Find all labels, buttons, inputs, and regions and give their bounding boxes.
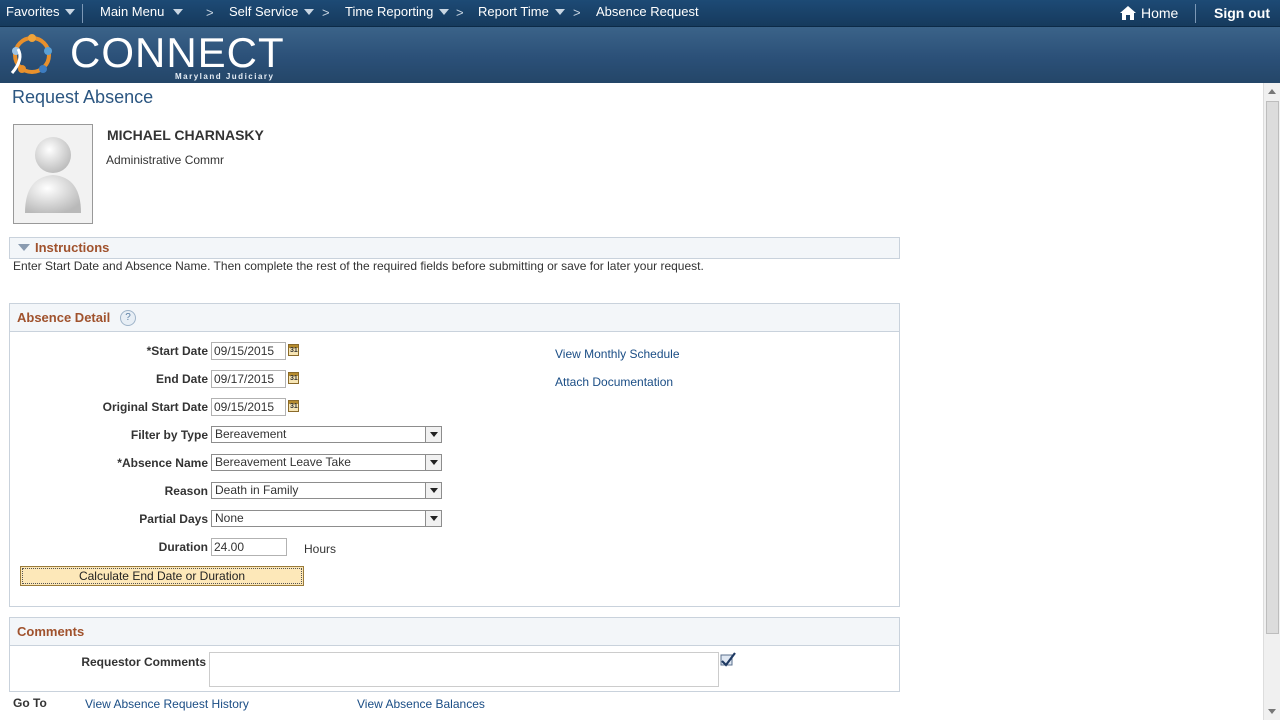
original-start-date-field[interactable] bbox=[211, 398, 286, 416]
absence-name-value: Bereavement Leave Take bbox=[215, 455, 351, 469]
absence-detail-header: Absence Detail ? bbox=[10, 304, 899, 332]
dropdown-arrow-icon[interactable] bbox=[425, 427, 441, 442]
favorites-label: Favorites bbox=[6, 4, 60, 19]
brand-subtitle: Maryland Judiciary bbox=[175, 72, 275, 81]
main-menu-label: Main Menu bbox=[100, 4, 165, 19]
chevron-down-icon bbox=[65, 8, 76, 15]
nav-divider bbox=[82, 4, 83, 23]
report-time-label: Report Time bbox=[478, 4, 549, 19]
filter-by-type-value: Bereavement bbox=[215, 427, 287, 441]
breadcrumb-report-time[interactable]: Report Time bbox=[478, 4, 565, 19]
employee-title: Administrative Commr bbox=[106, 153, 225, 167]
breadcrumb-self-service[interactable]: Self Service bbox=[229, 4, 315, 19]
filter-by-type-label: Filter by Type bbox=[130, 428, 208, 442]
breadcrumb-absence-request[interactable]: Absence Request bbox=[596, 4, 699, 19]
breadcrumb-separator: > bbox=[456, 5, 464, 20]
end-date-field[interactable] bbox=[211, 370, 286, 388]
absence-detail-title: Absence Detail bbox=[17, 310, 111, 325]
partial-days-label: Partial Days bbox=[139, 512, 208, 526]
vertical-scrollbar[interactable] bbox=[1263, 83, 1280, 720]
page-title: Request Absence bbox=[12, 87, 154, 107]
breadcrumb-separator: > bbox=[206, 5, 214, 20]
home-icon bbox=[1120, 6, 1136, 20]
calendar-icon[interactable]: 31 bbox=[288, 400, 299, 412]
attach-documentation-link[interactable]: Attach Documentation bbox=[555, 375, 673, 389]
chevron-down-icon bbox=[439, 8, 450, 15]
home-label: Home bbox=[1141, 5, 1179, 21]
reason-select[interactable]: Death in Family bbox=[211, 482, 442, 499]
sign-out-label: Sign out bbox=[1214, 5, 1270, 21]
instructions-title: Instructions bbox=[35, 240, 110, 255]
original-start-date-label: Original Start Date bbox=[102, 400, 208, 414]
nav-divider bbox=[1195, 4, 1196, 23]
brand-title: CONNECT bbox=[70, 29, 285, 76]
chevron-down-icon bbox=[173, 8, 184, 15]
scroll-up-icon[interactable] bbox=[1268, 89, 1276, 94]
partial-days-select[interactable]: None bbox=[211, 510, 442, 527]
scrollbar-thumb[interactable] bbox=[1266, 101, 1279, 634]
instructions-text: Enter Start Date and Absence Name. Then … bbox=[13, 259, 704, 273]
start-date-label: *Start Date bbox=[146, 344, 208, 358]
duration-unit: Hours bbox=[304, 542, 337, 556]
breadcrumb-separator: > bbox=[322, 5, 330, 20]
reason-value: Death in Family bbox=[215, 483, 299, 497]
requestor-comments-label: Requestor Comments bbox=[81, 655, 206, 669]
view-absence-request-history-link[interactable]: View Absence Request History bbox=[85, 697, 249, 711]
absence-name-label: *Absence Name bbox=[117, 456, 208, 470]
duration-label: Duration bbox=[158, 540, 208, 554]
start-date-field[interactable] bbox=[211, 342, 286, 360]
partial-days-value: None bbox=[215, 511, 244, 525]
top-nav-bar: Favorites Main Menu > Self Service > Tim… bbox=[0, 0, 1280, 27]
calendar-icon[interactable]: 31 bbox=[288, 344, 299, 356]
dropdown-arrow-icon[interactable] bbox=[425, 455, 441, 470]
calculate-end-date-button[interactable]: Calculate End Date or Duration bbox=[20, 566, 304, 586]
calendar-icon-text: 31 bbox=[290, 347, 298, 354]
dropdown-arrow-icon[interactable] bbox=[425, 511, 441, 526]
reason-label: Reason bbox=[164, 484, 208, 498]
requestor-comments-textarea[interactable] bbox=[209, 652, 719, 687]
filter-by-type-select[interactable]: Bereavement bbox=[211, 426, 442, 443]
avatar bbox=[13, 124, 93, 224]
person-placeholder-icon bbox=[25, 137, 81, 213]
chevron-down-icon bbox=[554, 8, 565, 15]
calendar-icon[interactable]: 31 bbox=[288, 372, 299, 384]
go-to-label: Go To bbox=[13, 696, 47, 710]
calendar-icon-text: 31 bbox=[290, 375, 298, 382]
absence-name-select[interactable]: Bereavement Leave Take bbox=[211, 454, 442, 471]
collapse-triangle-icon[interactable] bbox=[18, 244, 30, 251]
scroll-down-icon[interactable] bbox=[1268, 709, 1276, 714]
time-reporting-label: Time Reporting bbox=[345, 4, 434, 19]
connect-logo-icon bbox=[10, 34, 52, 74]
breadcrumb-separator: > bbox=[573, 5, 581, 20]
chevron-down-icon bbox=[304, 8, 315, 15]
view-monthly-schedule-link[interactable]: View Monthly Schedule bbox=[555, 347, 680, 361]
comments-header: Comments bbox=[10, 618, 899, 646]
absence-request-label: Absence Request bbox=[596, 4, 699, 19]
main-menu[interactable]: Main Menu bbox=[100, 4, 184, 19]
favorites-menu[interactable]: Favorites bbox=[6, 4, 76, 19]
view-absence-balances-link[interactable]: View Absence Balances bbox=[357, 697, 485, 711]
instructions-header[interactable]: Instructions bbox=[9, 237, 900, 259]
dropdown-arrow-icon[interactable] bbox=[425, 483, 441, 498]
spell-check-icon[interactable] bbox=[719, 651, 737, 669]
self-service-label: Self Service bbox=[229, 4, 299, 19]
employee-name: MICHAEL CHARNASKY bbox=[107, 127, 264, 143]
help-icon[interactable]: ? bbox=[120, 310, 136, 326]
comments-title: Comments bbox=[17, 624, 85, 639]
end-date-label: End Date bbox=[155, 372, 208, 386]
connect-banner: CONNECT Maryland Judiciary bbox=[0, 27, 1280, 83]
calendar-icon-text: 31 bbox=[290, 403, 298, 410]
sign-out-link[interactable]: Sign out bbox=[1214, 5, 1270, 21]
home-link[interactable]: Home bbox=[1119, 5, 1178, 21]
duration-field[interactable] bbox=[211, 538, 287, 556]
breadcrumb-time-reporting[interactable]: Time Reporting bbox=[345, 4, 450, 19]
